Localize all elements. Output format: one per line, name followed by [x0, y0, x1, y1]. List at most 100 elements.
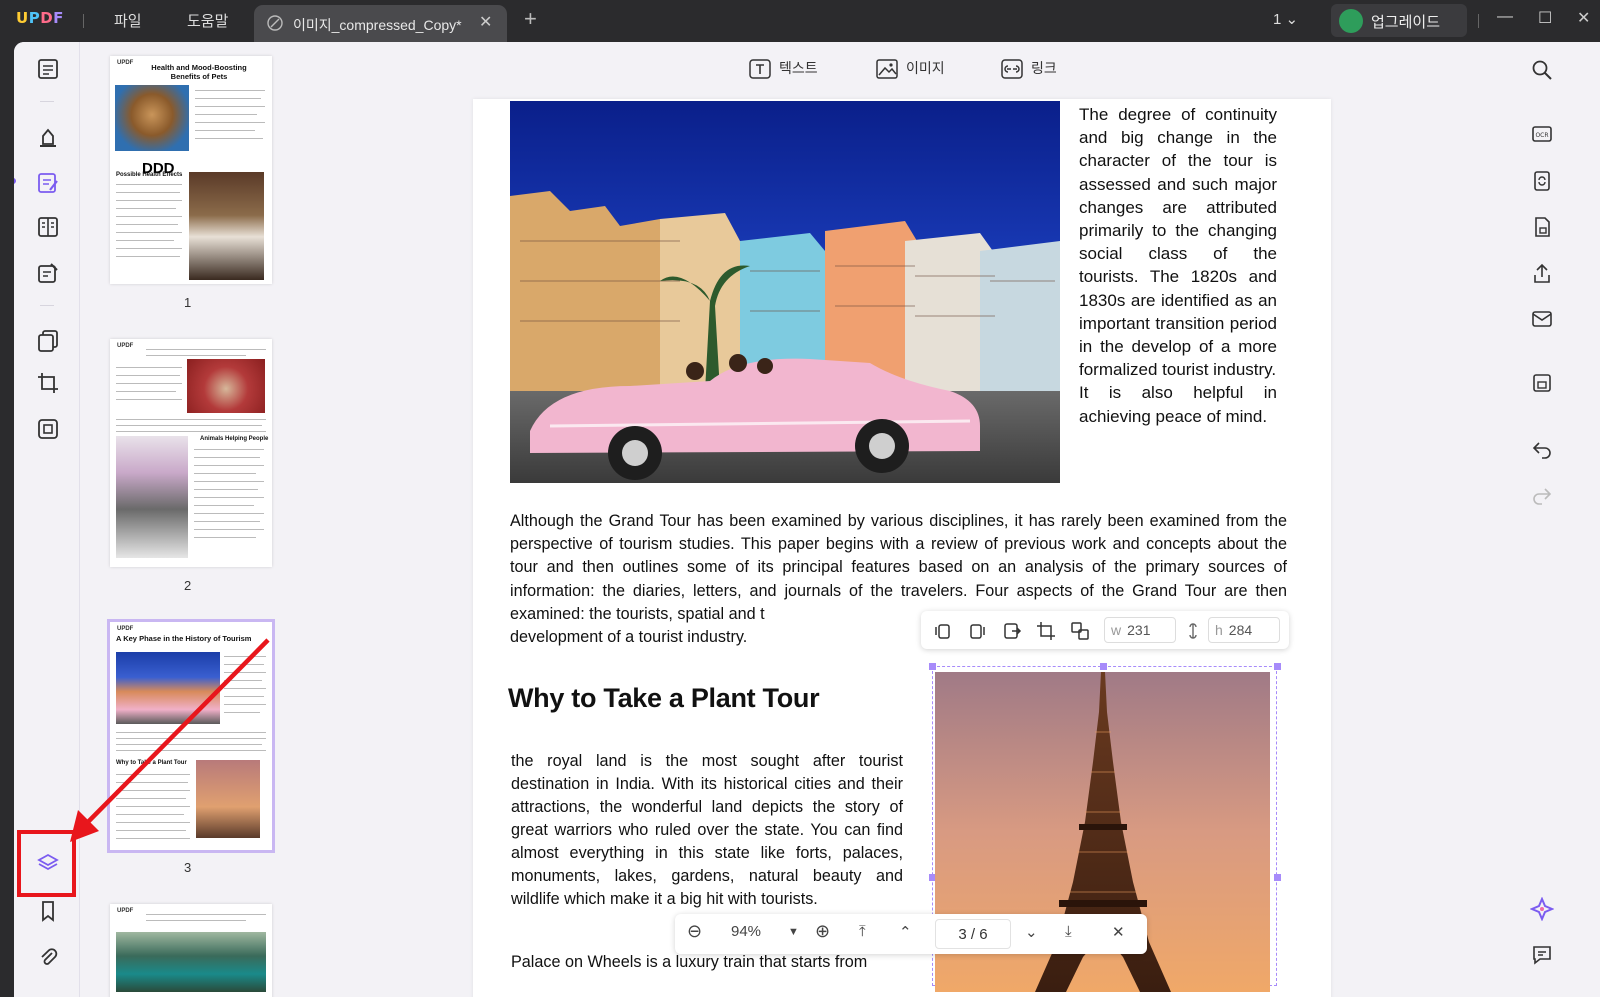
link-ratio-icon[interactable] — [1183, 621, 1203, 641]
tab-title: 이미지_compressed_Copy* — [293, 17, 462, 33]
right-toolbar: OCR — [1510, 42, 1600, 997]
title-bar: UPDF 파일 도움말 이미지_compressed_Copy* ✕ + 1 ⌄… — [0, 0, 1600, 42]
window-close-icon[interactable]: ✕ — [1577, 8, 1590, 28]
rotate-left-icon[interactable] — [933, 621, 953, 641]
bookmark-icon[interactable] — [35, 898, 61, 924]
document-edit-icon — [267, 15, 283, 31]
page-tools-icon[interactable] — [35, 328, 61, 354]
layers-icon[interactable] — [35, 850, 61, 876]
height-value: 284 — [1228, 622, 1253, 638]
zoom-out-icon[interactable]: ⊖ — [687, 921, 702, 942]
thumb-logo: UPDF — [117, 343, 134, 349]
thumbnail-panel: UPDF Health and Mood-Boosting Benefits o… — [80, 42, 312, 997]
thumb-number: 1 — [184, 295, 192, 310]
next-page-icon[interactable]: ⌄ — [1025, 923, 1038, 941]
organize-icon[interactable] — [35, 214, 61, 240]
extract-image-icon[interactable] — [1002, 621, 1022, 641]
close-tab-icon[interactable]: ✕ — [479, 12, 492, 32]
menu-file[interactable]: 파일 — [114, 10, 142, 31]
image-tool-button[interactable]: 이미지 — [876, 58, 945, 80]
title-separator — [1478, 14, 1479, 28]
avatar — [1339, 9, 1363, 33]
upgrade-button[interactable]: 업그레이드 — [1331, 4, 1467, 37]
last-page-icon[interactable]: ⤓ — [1065, 923, 1072, 940]
undo-icon[interactable] — [1530, 437, 1554, 461]
text-tool-button[interactable]: 텍스트 — [749, 58, 818, 80]
document-view: 텍스트 이미지 링크 The degree of continuity and … — [312, 42, 1510, 997]
thumb-number: 3 — [184, 860, 192, 875]
right-text-paragraph-2: It is also helpful in achieving peace of… — [1079, 383, 1277, 426]
add-tab-icon[interactable]: + — [524, 6, 537, 32]
height-field[interactable]: h 284 — [1208, 617, 1280, 643]
page-selector-value: 1 — [1273, 11, 1282, 28]
previous-page-icon[interactable]: ⌃ — [899, 923, 912, 941]
link-tool-button[interactable]: 링크 — [1001, 58, 1057, 80]
attachment-icon[interactable] — [35, 944, 61, 970]
zoom-in-icon[interactable]: ⊕ — [815, 921, 830, 942]
width-value: 231 — [1127, 622, 1151, 638]
minimize-icon[interactable]: — — [1497, 8, 1513, 26]
resize-handle[interactable] — [929, 663, 936, 670]
comments-icon[interactable] — [1530, 943, 1554, 967]
thumbnail-page-3[interactable]: UPDF A Key Phase in the History of Touri… — [107, 619, 275, 853]
search-icon[interactable] — [1530, 58, 1554, 82]
resize-handle[interactable] — [1274, 874, 1281, 881]
tool-divider — [40, 305, 54, 306]
pdf-page: The degree of continuity and big change … — [473, 99, 1331, 997]
document-tab[interactable]: 이미지_compressed_Copy* ✕ — [254, 5, 507, 42]
edit-pdf-icon[interactable] — [35, 170, 61, 196]
email-icon[interactable] — [1530, 307, 1554, 331]
save-icon[interactable] — [1530, 371, 1554, 395]
cat-tulips-image — [116, 436, 188, 558]
comment-icon[interactable] — [35, 124, 61, 150]
upgrade-label: 업그레이드 — [1371, 14, 1441, 31]
chevron-down-icon: ⌄ — [1285, 11, 1299, 28]
zoom-dropdown-icon[interactable]: ▼ — [788, 926, 799, 938]
ai-assistant-icon[interactable] — [1529, 896, 1555, 922]
menu-help[interactable]: 도움말 — [187, 10, 228, 31]
eiffel-thumb-image — [196, 760, 260, 838]
link-tool-label: 링크 — [1031, 60, 1057, 76]
page-navigation-bar: ⊖ 94% ▼ ⊕ ⤒ ⌃ 3 / 6 ⌄ ⤓ ✕ — [675, 914, 1147, 954]
protect-file-icon[interactable] — [1530, 215, 1554, 239]
resize-handle[interactable] — [1274, 663, 1281, 670]
thumbnail-page-4[interactable]: UPDF — [110, 904, 272, 997]
thumb-number: 2 — [184, 578, 192, 593]
crop-icon[interactable] — [35, 370, 61, 396]
lake-thumb-image — [116, 932, 266, 992]
convert-icon[interactable] — [1530, 169, 1554, 193]
text-tool-label: 텍스트 — [779, 60, 818, 76]
body-text-1: Although the Grand Tour has been examine… — [510, 512, 1287, 623]
protect-icon[interactable] — [35, 416, 61, 442]
first-page-icon[interactable]: ⤒ — [859, 923, 866, 940]
link-icon — [1001, 59, 1023, 80]
crop-image-icon[interactable] — [1036, 621, 1056, 641]
ocr-icon[interactable]: OCR — [1530, 122, 1554, 146]
resize-handle[interactable] — [1100, 663, 1107, 670]
maximize-icon[interactable]: ☐ — [1538, 8, 1552, 28]
thumbnail-page-1[interactable]: UPDF Health and Mood-Boosting Benefits o… — [110, 56, 272, 284]
form-icon[interactable] — [35, 260, 61, 286]
thumb-sub2: Possible Health Effects — [116, 172, 183, 178]
havana-car-image[interactable] — [510, 101, 1060, 483]
thumbnail-page-2[interactable]: UPDF Animals Helping People — [110, 339, 272, 567]
share-icon[interactable] — [1530, 262, 1554, 286]
svg-text:OCR: OCR — [1535, 132, 1548, 139]
width-field[interactable]: w 231 — [1104, 617, 1176, 643]
rotate-right-icon[interactable] — [967, 621, 987, 641]
reader-icon[interactable] — [35, 56, 61, 82]
updf-logo: UPDF — [16, 9, 64, 27]
zoom-value[interactable]: 94% — [731, 923, 761, 940]
left-toolbar — [14, 42, 80, 997]
havana-thumb-image — [116, 652, 220, 724]
page-indicator[interactable]: 3 / 6 — [935, 919, 1011, 949]
redo-icon[interactable] — [1530, 483, 1554, 507]
christmas-cat-image — [187, 359, 265, 413]
height-label: h — [1215, 622, 1223, 638]
replace-image-icon[interactable] — [1070, 621, 1090, 641]
close-navigation-icon[interactable]: ✕ — [1112, 923, 1125, 941]
right-text-paragraph: The degree of continuity and big change … — [1079, 105, 1277, 380]
cat-image — [115, 85, 189, 151]
body-text-2: development of a tourist industry. — [510, 628, 748, 647]
page-selector[interactable]: 1 ⌄ — [1273, 10, 1298, 28]
